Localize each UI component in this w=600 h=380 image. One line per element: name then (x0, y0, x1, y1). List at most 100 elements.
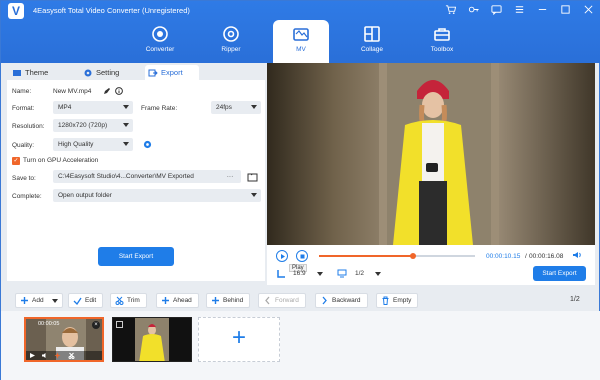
disc-icon (223, 26, 239, 42)
app-window: V 4Easysoft Total Video Converter (Unreg… (0, 0, 600, 380)
toolbox-icon (434, 28, 450, 41)
resolution-value: 1280x720 (720p) (58, 122, 108, 129)
nav-label: Toolbox (430, 46, 454, 53)
ahead-icon (162, 297, 169, 304)
nav-tab-mv[interactable]: MV (273, 20, 329, 63)
clip-toolbar: Add Edit Trim Ahead Behind Forward Backw… (1, 289, 600, 311)
tab-setting[interactable]: Setting (80, 65, 140, 80)
add-clip-button[interactable]: + (198, 317, 280, 362)
backward-button[interactable]: Backward (315, 293, 368, 308)
stop-icon (300, 254, 304, 258)
saveto-more-button[interactable]: ··· (219, 170, 241, 183)
behind-button[interactable]: Behind (206, 293, 251, 308)
play-icon[interactable] (29, 352, 36, 359)
clip-strip: 00:00:05 × + (1, 311, 600, 380)
saveto-field[interactable]: C:\4Easysoft Studio\4...Converter\MV Exp… (53, 170, 223, 183)
time-total: 00:00:16.08 (529, 253, 564, 260)
video-clip-icon (116, 321, 123, 328)
effect-icon[interactable] (54, 352, 61, 359)
scissors-icon (115, 296, 124, 305)
ahead-label: Ahead (173, 297, 192, 304)
framerate-value: 24fps (216, 104, 232, 111)
add-button[interactable]: Add (15, 293, 63, 308)
edit-button[interactable]: Edit (68, 293, 104, 308)
quality-label: Quality: (12, 142, 35, 149)
tab-setting-label: Setting (96, 68, 120, 77)
resolution-select[interactable]: 1280x720 (720p) (53, 119, 133, 132)
tab-theme-label: Theme (25, 68, 49, 77)
chevron-down-icon (251, 105, 257, 109)
maximize-icon[interactable] (558, 4, 572, 18)
page-total: 2 (575, 296, 580, 303)
time-current: 00:00:10.15 (486, 253, 521, 260)
tab-theme[interactable]: Theme (9, 65, 69, 80)
progress-knob[interactable] (409, 253, 416, 259)
app-title: 4Easysoft Total Video Converter (Unregis… (33, 6, 190, 15)
complete-select[interactable]: Open output folder (53, 189, 261, 202)
trash-icon (382, 296, 389, 305)
nav-tab-ripper[interactable]: Ripper (203, 20, 259, 63)
format-label: Format: (12, 105, 35, 112)
gear-icon (84, 69, 92, 77)
name-value: New MV.mp4 (53, 88, 92, 95)
close-icon[interactable]: × (92, 321, 100, 329)
cart-icon[interactable] (443, 4, 457, 18)
framerate-select[interactable]: 24fps (211, 101, 261, 114)
start-export-button-preview[interactable]: Start Export (533, 266, 586, 281)
trim-button[interactable]: Trim (110, 293, 147, 308)
menu-icon[interactable] (512, 4, 526, 18)
clip-controls (26, 351, 102, 360)
trim-label: Trim (127, 297, 140, 304)
info-icon[interactable] (115, 87, 123, 95)
top-nav-bar: V 4Easysoft Total Video Converter (Unreg… (1, 1, 600, 63)
minimize-icon[interactable] (535, 4, 549, 18)
page-value[interactable]: 1/2 (355, 270, 364, 277)
nav-label: Ripper (221, 46, 241, 53)
progress-track[interactable] (319, 253, 475, 259)
more-icon: ··· (226, 173, 234, 180)
complete-value: Open output folder (58, 192, 112, 199)
scissors-icon[interactable] (68, 352, 75, 359)
tab-export-label: Export (161, 68, 183, 77)
video-frame-image (267, 63, 595, 245)
clip-duration: 00:00:05 (38, 321, 60, 327)
format-value: MP4 (58, 104, 72, 111)
mv-subtabs: Theme Setting Export (7, 63, 265, 80)
clip-thumbnail[interactable]: 00:00:05 × (24, 317, 104, 362)
clip-thumbnail[interactable] (112, 317, 192, 362)
play-button[interactable] (276, 250, 288, 262)
saveto-value: C:\4Easysoft Studio\4...Converter\MV Exp… (58, 173, 194, 180)
behind-label: Behind (223, 297, 244, 304)
folder-icon[interactable] (247, 172, 258, 182)
key-icon[interactable] (466, 4, 480, 18)
nav-tab-collage[interactable]: Collage (344, 20, 400, 63)
empty-button[interactable]: Empty (376, 293, 419, 308)
volume-icon[interactable] (41, 352, 48, 359)
name-label: Name: (12, 88, 32, 95)
nav-tab-converter[interactable]: Converter (132, 20, 188, 63)
chat-icon[interactable] (489, 4, 503, 18)
edit-label: Edit (85, 297, 97, 304)
edit-icon (73, 297, 82, 305)
progress-fill (319, 255, 413, 257)
gear-icon[interactable] (143, 140, 152, 149)
quality-select[interactable]: High Quality (53, 138, 133, 151)
chevron-down-icon[interactable] (317, 272, 323, 276)
export-icon (148, 69, 158, 77)
backward-label: Backward (332, 297, 361, 304)
tab-export[interactable]: Export (145, 65, 199, 80)
close-icon[interactable] (581, 4, 595, 18)
forward-icon (265, 296, 270, 305)
chevron-down-icon[interactable] (375, 272, 381, 276)
nav-tab-toolbox[interactable]: Toolbox (414, 20, 470, 63)
ahead-button[interactable]: Ahead (156, 293, 199, 308)
aspect-ratio-value[interactable]: 16:9 (293, 270, 306, 277)
format-select[interactable]: MP4 (53, 101, 133, 114)
stop-button[interactable] (296, 250, 308, 262)
volume-icon[interactable] (572, 250, 582, 260)
start-export-button[interactable]: Start Export (98, 247, 174, 266)
time-separator: / (525, 253, 527, 260)
gpu-checkbox[interactable]: ✓ (12, 157, 20, 165)
forward-button[interactable]: Forward (258, 293, 306, 308)
pencil-icon[interactable] (103, 87, 111, 95)
